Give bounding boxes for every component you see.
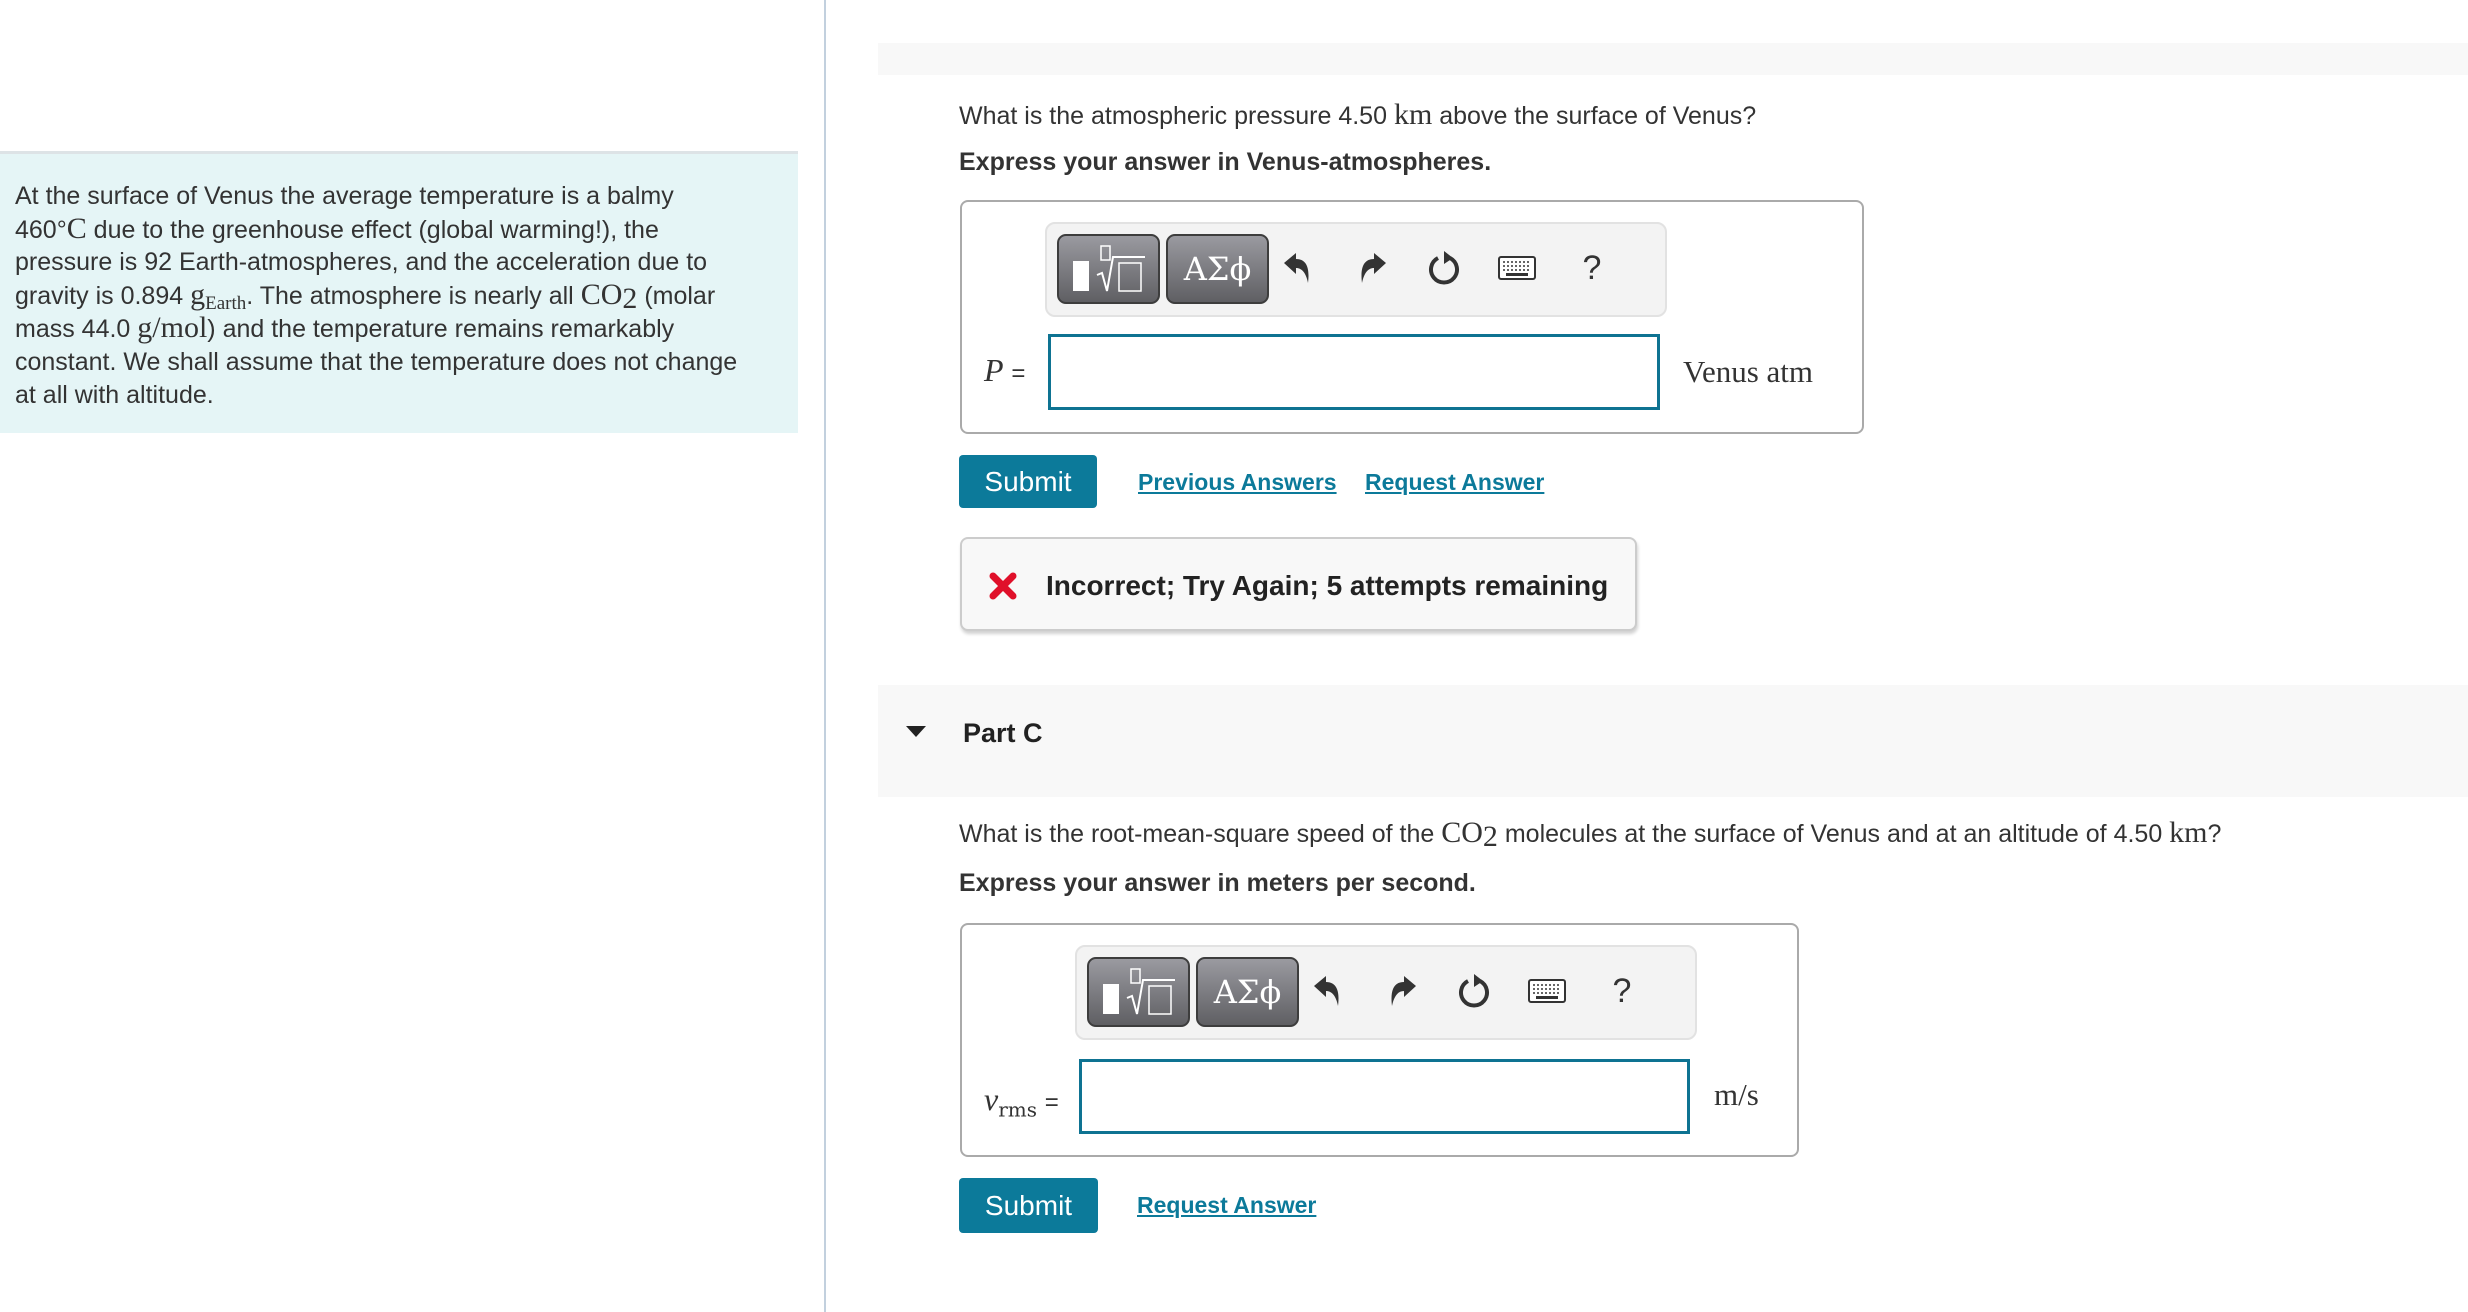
feedback-message: Incorrect; Try Again; 5 attempts remaini… <box>1046 570 1609 601</box>
part-c-header[interactable] <box>878 685 2468 797</box>
redo-button[interactable] <box>1383 969 1423 1013</box>
request-answer-link[interactable]: Request Answer <box>1365 469 1544 496</box>
previous-answers-link[interactable]: Previous Answers <box>1138 469 1337 496</box>
undo-icon <box>1284 253 1309 283</box>
part-b-answer-box: ΑΣϕ ? P = Venus atm <box>960 200 1864 434</box>
keyboard-icon <box>1498 256 1536 280</box>
unit-label: Venus atm <box>1683 354 1814 389</box>
templates-sqrt-icon <box>1072 245 1145 292</box>
intro-line: constant. We shall assume that the tempe… <box>15 347 738 376</box>
submit-button[interactable]: Submit <box>959 455 1097 508</box>
symbols-button[interactable]: ΑΣϕ <box>1196 957 1299 1027</box>
intro-line: gravity is 0.894 gEarth. The atmosphere … <box>15 277 716 315</box>
unit-label: m/s <box>1714 1077 1759 1112</box>
templates-button[interactable] <box>1087 957 1190 1027</box>
keyboard-button[interactable] <box>1497 246 1537 290</box>
undo-button[interactable] <box>1307 969 1347 1013</box>
answer-input[interactable] <box>1079 1059 1690 1134</box>
reset-icon <box>1429 251 1459 285</box>
submit-button[interactable]: Submit <box>959 1178 1098 1233</box>
keyboard-icon <box>1528 979 1566 1003</box>
intro-line: mass 44.0 g/mol) and the temperature rem… <box>15 311 675 345</box>
pane-divider[interactable] <box>824 0 826 1312</box>
redo-icon <box>1391 976 1416 1006</box>
part-c-instruction: Express your answer in meters per second… <box>959 869 1476 897</box>
help-icon: ? <box>1582 248 1602 287</box>
templates-button[interactable] <box>1057 234 1160 304</box>
problem-intro-text: At the surface of Venus the average temp… <box>15 180 785 411</box>
math-toolbar: ΑΣϕ ? <box>1045 222 1667 317</box>
variable-label: vrms = <box>984 1081 1059 1122</box>
variable-label: P = <box>984 352 1026 388</box>
redo-icon <box>1361 253 1386 283</box>
templates-sqrt-icon <box>1102 968 1175 1015</box>
x-mark-icon <box>989 572 1017 600</box>
math-toolbar: ΑΣϕ ? <box>1075 945 1697 1040</box>
keyboard-button[interactable] <box>1527 969 1567 1013</box>
reset-icon <box>1459 974 1489 1008</box>
undo-button[interactable] <box>1277 246 1317 290</box>
redo-button[interactable] <box>1353 246 1393 290</box>
intro-line: 460°C due to the greenhouse effect (glob… <box>15 211 659 245</box>
symbols-button[interactable]: ΑΣϕ <box>1166 234 1269 304</box>
feedback-box: Incorrect; Try Again; 5 attempts remaini… <box>960 537 1637 631</box>
help-icon: ? <box>1612 971 1632 1010</box>
part-c-title[interactable]: Part C <box>963 718 1043 749</box>
intro-line: pressure is 92 Earth-atmospheres, and th… <box>15 248 708 277</box>
part-b-header-band <box>878 43 2468 75</box>
help-button[interactable]: ? <box>1602 969 1642 1013</box>
intro-line: at all with altitude. <box>15 380 214 409</box>
help-button[interactable]: ? <box>1572 246 1612 290</box>
part-b-question: What is the atmospheric pressure 4.50 km… <box>959 98 1757 131</box>
problem-intro-panel: At the surface of Venus the average temp… <box>0 151 798 433</box>
intro-line: At the surface of Venus the average temp… <box>15 182 674 210</box>
part-c-answer-box: ΑΣϕ ? vrms = m/s <box>960 923 1799 1157</box>
greek-symbols-icon: ΑΣϕ <box>1183 250 1252 288</box>
request-answer-link[interactable]: Request Answer <box>1137 1192 1316 1219</box>
collapse-triangle-icon[interactable] <box>906 726 926 737</box>
part-b-instruction: Express your answer in Venus-atmospheres… <box>959 148 1492 176</box>
part-c-question: What is the root-mean-square speed of th… <box>959 816 2222 853</box>
answer-input[interactable] <box>1048 334 1660 410</box>
greek-symbols-icon: ΑΣϕ <box>1213 973 1282 1011</box>
reset-button[interactable] <box>1455 969 1495 1013</box>
undo-icon <box>1314 976 1339 1006</box>
reset-button[interactable] <box>1425 246 1465 290</box>
